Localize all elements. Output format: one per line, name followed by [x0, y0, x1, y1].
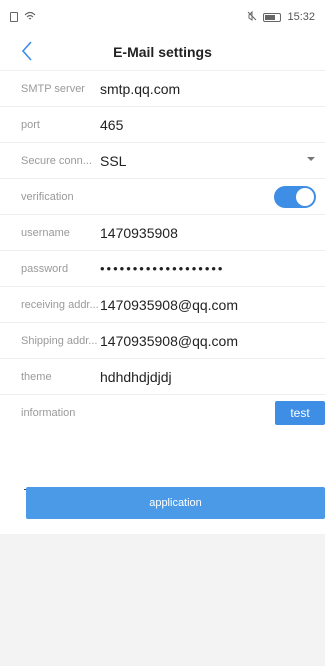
mute-icon [247, 10, 257, 24]
port-row: port 465 [0, 107, 325, 143]
username-label: username [21, 226, 70, 239]
toggle-knob [296, 188, 314, 206]
status-time: 15:32 [287, 11, 315, 23]
status-bar: 15:32 [0, 0, 325, 34]
sim-card-icon [10, 12, 18, 22]
information-textarea[interactable] [24, 431, 325, 490]
receiving-address-row: receiving addr... 1470935908@qq.com [0, 287, 325, 323]
battery-icon [263, 12, 282, 22]
username-row: username 1470935908 [0, 215, 325, 251]
shipping-address-field[interactable]: 1470935908@qq.com [100, 333, 325, 349]
nav-bar: E-Mail settings [0, 34, 325, 71]
port-label: port [21, 118, 40, 131]
settings-form: SMTP server smtp.qq.com port 465 Secure … [0, 71, 325, 490]
theme-row: theme hdhdhdjdjdj [0, 359, 325, 395]
bottom-panel [0, 534, 325, 666]
back-button[interactable] [20, 40, 42, 64]
verification-label: verification [21, 190, 74, 203]
wifi-icon [24, 11, 36, 24]
shipping-address-label: Shipping addr... [21, 334, 98, 347]
information-label: information [21, 407, 76, 419]
secure-connection-select[interactable]: SSL [100, 153, 325, 169]
theme-field[interactable]: hdhdhdjdjdj [100, 369, 325, 385]
verification-row: verification [0, 179, 325, 215]
chevron-left-icon [21, 41, 32, 61]
password-label: password [21, 262, 69, 275]
secure-connection-row[interactable]: Secure conn... SSL [0, 143, 325, 179]
receiving-address-label: receiving addr... [21, 298, 99, 311]
test-button[interactable]: test [275, 401, 325, 425]
password-field[interactable]: ••••••••••••••••••• [100, 261, 325, 276]
port-field[interactable]: 465 [100, 117, 325, 133]
smtp-server-field[interactable]: smtp.qq.com [100, 81, 325, 97]
smtp-server-label: SMTP server [21, 82, 85, 95]
dropdown-arrow-icon[interactable] [307, 157, 315, 161]
shipping-address-row: Shipping addr... 1470935908@qq.com [0, 323, 325, 359]
theme-label: theme [21, 370, 52, 383]
verification-toggle[interactable] [274, 186, 316, 208]
password-row: password ••••••••••••••••••• [0, 251, 325, 287]
page-title: E-Mail settings [113, 44, 212, 60]
secure-connection-label: Secure conn... [21, 154, 92, 167]
information-row: information test [0, 395, 325, 431]
username-field[interactable]: 1470935908 [100, 225, 325, 241]
smtp-server-row: SMTP server smtp.qq.com [0, 71, 325, 107]
receiving-address-field[interactable]: 1470935908@qq.com [100, 297, 325, 313]
apply-button[interactable]: application [26, 487, 325, 519]
